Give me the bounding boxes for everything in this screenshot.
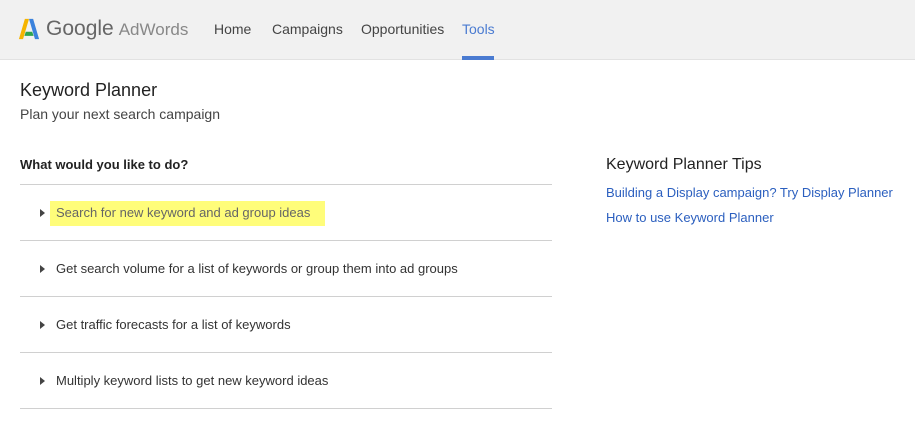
nav-opportunities[interactable]: Opportunities [361, 21, 444, 37]
adwords-logo-icon [18, 18, 40, 40]
option-label: Get traffic forecasts for a list of keyw… [56, 317, 291, 332]
logo-adwords-text: AdWords [118, 20, 189, 39]
triangle-right-icon [40, 209, 45, 217]
tip-link-how-to-use[interactable]: How to use Keyword Planner [606, 210, 774, 225]
option-get-traffic-forecasts[interactable]: Get traffic forecasts for a list of keyw… [20, 297, 552, 353]
logo-google-text: Google [46, 17, 114, 40]
nav-campaigns[interactable]: Campaigns [272, 21, 343, 37]
option-get-search-volume[interactable]: Get search volume for a list of keywords… [20, 241, 552, 297]
tips-title: Keyword Planner Tips [606, 156, 762, 173]
options-list: Search for new keyword and ad group idea… [20, 184, 552, 409]
triangle-right-icon [40, 265, 45, 273]
adwords-logo[interactable]: Google AdWords [18, 15, 188, 43]
option-label: Multiply keyword lists to get new keywor… [56, 373, 329, 388]
nav-active-indicator [462, 56, 494, 60]
page-subtitle: Plan your next search campaign [20, 106, 220, 122]
tip-link-display-planner[interactable]: Building a Display campaign? Try Display… [606, 185, 893, 200]
triangle-right-icon [40, 377, 45, 385]
options-heading: What would you like to do? [20, 157, 189, 172]
option-label: Get search volume for a list of keywords… [56, 261, 458, 276]
page-title: Keyword Planner [20, 80, 158, 100]
top-header: Google AdWords Home Campaigns Opportunit… [0, 0, 915, 60]
triangle-right-icon [40, 321, 45, 329]
nav-tools[interactable]: Tools [462, 21, 495, 37]
option-label: Search for new keyword and ad group idea… [50, 201, 326, 226]
option-multiply-keyword-lists[interactable]: Multiply keyword lists to get new keywor… [20, 353, 552, 409]
option-search-new-keywords[interactable]: Search for new keyword and ad group idea… [20, 185, 552, 241]
nav-home[interactable]: Home [214, 21, 251, 37]
